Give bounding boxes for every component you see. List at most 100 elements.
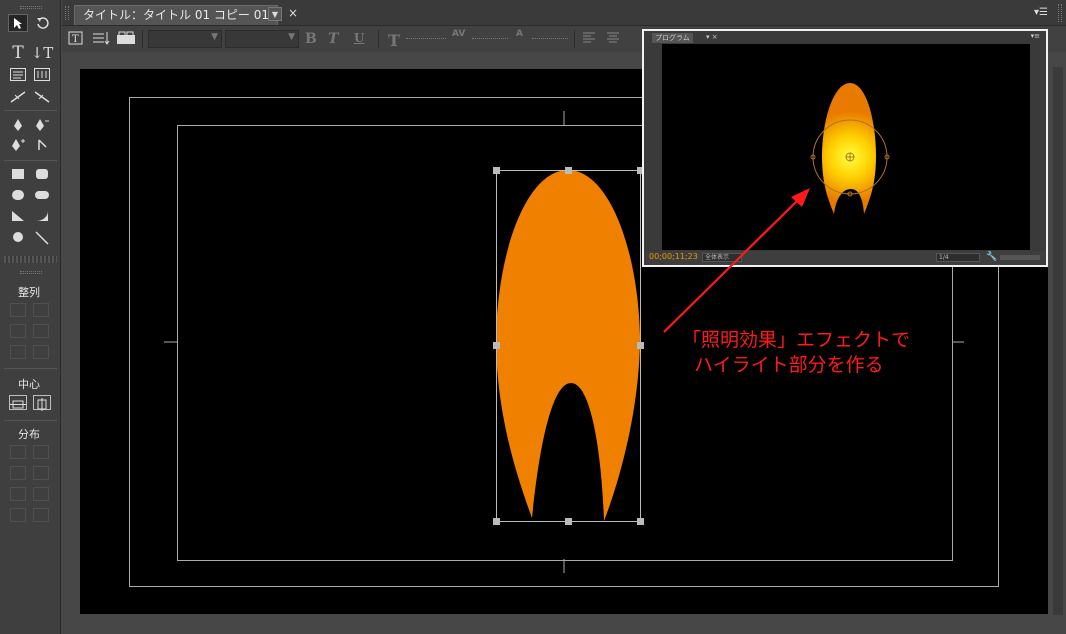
tab-menu-button[interactable]: ▼ xyxy=(268,7,282,21)
align-bottom-button[interactable] xyxy=(33,345,49,359)
templates-button[interactable] xyxy=(116,30,136,50)
circle-rect-icon xyxy=(12,190,24,200)
panel-grip[interactable] xyxy=(65,6,69,20)
panel-menu-icon[interactable]: ▾≡ xyxy=(1031,32,1040,40)
roll-crawl-options-button[interactable] xyxy=(92,30,110,50)
zoom-level-select[interactable]: 全体表示 xyxy=(702,253,742,262)
vertical-path-type-tool-button[interactable] xyxy=(32,88,52,106)
align-left-icon xyxy=(583,32,595,43)
path-type-icon xyxy=(10,91,26,103)
title-panel-tabbar: タイトル：タイトル 01 コピー 01 ▼ × ▾☰ xyxy=(62,0,1066,26)
vertical-area-type-tool-button[interactable] xyxy=(32,66,52,84)
title-designer-window: T ↓T 整列 中心 分布 タイトル：タイトル 01 コピー 01 ▼ × ▾☰… xyxy=(0,0,1066,634)
align-left-text-button[interactable] xyxy=(582,30,596,48)
resize-handle[interactable] xyxy=(493,167,500,174)
divider xyxy=(4,110,57,111)
arc-icon xyxy=(36,211,48,221)
pill-icon xyxy=(35,191,49,199)
center-vertical-button[interactable] xyxy=(33,395,51,411)
align-vcenter-button[interactable] xyxy=(33,324,49,338)
close-icon[interactable]: ▾ × xyxy=(706,33,718,41)
resize-handle[interactable] xyxy=(565,167,572,174)
clipped-rect-tool-button[interactable] xyxy=(8,187,28,205)
distribute-vcenter-button[interactable] xyxy=(33,466,49,480)
font-size-field[interactable] xyxy=(406,38,446,39)
resize-handle[interactable] xyxy=(565,518,572,525)
pen-plus-icon xyxy=(12,139,25,151)
kerning-field[interactable] xyxy=(472,38,508,39)
align-center-icon xyxy=(607,32,619,43)
program-monitor-screen[interactable] xyxy=(662,44,1030,250)
vertical-path-type-icon xyxy=(34,91,50,103)
rounded-rectangle-icon xyxy=(36,169,48,179)
font-style-select[interactable]: ▼ xyxy=(225,30,299,48)
pen-minus-icon xyxy=(36,119,49,131)
align-left-button[interactable] xyxy=(10,303,26,317)
distribute-vspace-button[interactable] xyxy=(33,508,49,522)
path-type-tool-button[interactable] xyxy=(8,88,28,106)
playhead-timecode[interactable]: 00;00;11;23 xyxy=(649,252,698,261)
new-title-icon: T xyxy=(68,31,83,45)
line-tool-button[interactable] xyxy=(32,229,52,247)
wrench-icon[interactable]: 🔧 xyxy=(986,252,997,262)
program-monitor-inset: プログラム ▾ × ▾≡ 00;00;11;23 全体表示 1/4 🔧 xyxy=(642,29,1048,267)
align-hcenter-button[interactable] xyxy=(10,324,26,338)
vertical-scrollbar[interactable] xyxy=(1053,67,1063,615)
selection-tool-button[interactable] xyxy=(8,14,28,32)
add-anchor-tool-button[interactable] xyxy=(8,136,28,154)
area-type-tool-button[interactable] xyxy=(8,66,28,84)
type-tool-button[interactable]: T xyxy=(8,44,28,62)
tab-title[interactable]: タイトル：タイトル 01 コピー 01 xyxy=(74,5,278,25)
resize-handle[interactable] xyxy=(637,518,644,525)
convert-anchor-tool-button[interactable] xyxy=(32,136,52,154)
resize-handle[interactable] xyxy=(493,518,500,525)
center-horizontal-button[interactable] xyxy=(9,395,27,410)
distribute-section-label: 分布 xyxy=(18,428,40,441)
annotation-line-1: 「照明効果」エフェクトで xyxy=(682,329,911,351)
underline-button[interactable]: U xyxy=(354,31,364,45)
align-right-button[interactable] xyxy=(10,345,26,359)
italic-button[interactable]: T xyxy=(328,31,338,47)
distribute-left-button[interactable] xyxy=(10,445,26,459)
distribute-bottom-button[interactable] xyxy=(33,487,49,501)
leading-field[interactable] xyxy=(532,38,568,39)
rotation-tool-button[interactable] xyxy=(32,14,52,32)
panel-grip[interactable] xyxy=(1058,4,1062,22)
resize-handle[interactable] xyxy=(493,342,500,349)
align-center-text-button[interactable] xyxy=(606,30,620,48)
rounded-rect-tool-button[interactable] xyxy=(32,166,52,184)
distribute-hcenter-button[interactable] xyxy=(10,466,26,480)
panel-grip[interactable] xyxy=(20,6,42,9)
bold-button[interactable]: B xyxy=(305,31,317,47)
kerning-icon: AV xyxy=(452,29,466,39)
divider xyxy=(142,30,143,48)
pill-tool-button[interactable] xyxy=(32,187,52,205)
flame-shape[interactable] xyxy=(496,170,640,521)
panel-grip[interactable] xyxy=(20,271,42,274)
wedge-tool-button[interactable] xyxy=(8,208,28,226)
new-title-button[interactable]: T xyxy=(68,30,84,50)
duration-readout xyxy=(1000,255,1040,260)
panel-splitter[interactable] xyxy=(4,256,57,263)
font-family-select[interactable]: ▼ xyxy=(148,30,222,48)
rotate-icon xyxy=(37,17,49,29)
align-top-button[interactable] xyxy=(33,303,49,317)
distribute-hspace-button[interactable] xyxy=(10,508,26,522)
delete-anchor-tool-button[interactable] xyxy=(32,116,52,134)
line-icon xyxy=(35,231,49,245)
annotation-text: 「照明効果」エフェクトで ハイライト部分を作る xyxy=(682,328,910,378)
vertical-area-type-icon xyxy=(34,68,50,81)
ellipse-tool-button[interactable] xyxy=(8,229,28,247)
tab-close-button[interactable]: × xyxy=(288,6,298,20)
resize-handle[interactable] xyxy=(637,342,644,349)
roll-crawl-icon xyxy=(93,32,110,45)
distribute-top-button[interactable] xyxy=(33,445,49,459)
vertical-type-tool-button[interactable]: ↓T xyxy=(30,44,54,62)
panel-menu-icon[interactable]: ▾☰ xyxy=(1034,7,1048,18)
playback-resolution-select[interactable]: 1/4 xyxy=(936,253,980,262)
distribute-right-button[interactable] xyxy=(10,487,26,501)
arc-tool-button[interactable] xyxy=(32,208,52,226)
rectangle-tool-button[interactable] xyxy=(8,166,28,184)
pen-tool-button[interactable] xyxy=(8,116,28,134)
program-monitor-tab[interactable]: プログラム xyxy=(652,33,693,43)
